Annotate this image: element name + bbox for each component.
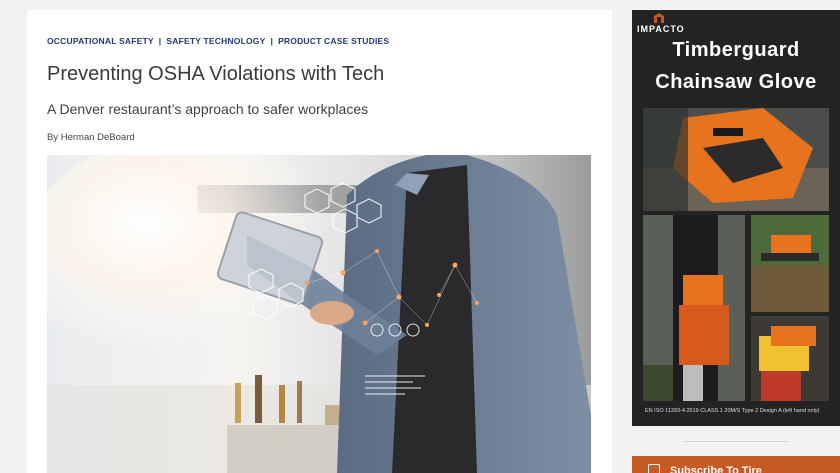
category-link-safety-technology[interactable]: SAFETY TECHNOLOGY bbox=[166, 36, 265, 46]
sidebar-divider bbox=[684, 441, 788, 442]
article-subtitle: A Denver restaurant’s approach to safer … bbox=[47, 101, 369, 117]
ad-photo-glove-grip bbox=[751, 316, 829, 401]
article-card: OCCUPATIONAL SAFETY | SAFETY TECHNOLOGY | PR… bbox=[27, 10, 612, 473]
ad-photo-glove-closeup bbox=[643, 108, 829, 211]
breadcrumb: OCCUPATIONAL SAFETY | SAFETY TECHNOLOGY | PR… bbox=[47, 36, 389, 46]
impacto-logo-icon bbox=[654, 13, 664, 23]
hero-image bbox=[47, 155, 591, 473]
ad-footnote: EN ISO 11393-4:2019 CLASS 1 20M/S Type 2… bbox=[645, 408, 820, 414]
subscribe-mail-icon bbox=[648, 464, 660, 473]
category-link-product-case-studies[interactable]: PRODUCT CASE STUDIES bbox=[278, 36, 389, 46]
breadcrumb-separator: | bbox=[158, 36, 162, 46]
category-link-occupational-safety[interactable]: OCCUPATIONAL SAFETY bbox=[47, 36, 154, 46]
ad-photo-cutting-log-art bbox=[751, 215, 829, 312]
ad-photo-worker-chainsaw bbox=[643, 215, 745, 401]
ad-photo-worker-chainsaw-art bbox=[643, 215, 745, 401]
hero-photo-illustration bbox=[47, 155, 591, 473]
ad-brand: IMPACTO bbox=[637, 24, 685, 34]
ad-title-line1: Timberguard bbox=[672, 39, 800, 61]
subscribe-button[interactable]: Subscribe To Tire bbox=[632, 456, 840, 473]
ad-photo-glove-closeup-art bbox=[643, 108, 829, 211]
subscribe-label: Subscribe To Tire bbox=[670, 465, 762, 473]
author-link[interactable]: Herman DeBoard bbox=[61, 132, 135, 143]
ad-photo-cutting-log bbox=[751, 215, 829, 312]
ad-title-line2: Chainsaw Glove bbox=[655, 71, 817, 93]
article-byline: By Herman DeBoard bbox=[47, 132, 135, 143]
byline-prefix: By bbox=[47, 132, 61, 143]
advertisement-banner[interactable]: IMPACTO Timberguard Chainsaw Glove EN IS… bbox=[632, 10, 840, 426]
article-title: Preventing OSHA Violations with Tech bbox=[47, 63, 385, 85]
ad-photo-glove-grip-art bbox=[751, 316, 829, 401]
breadcrumb-separator: | bbox=[270, 36, 274, 46]
